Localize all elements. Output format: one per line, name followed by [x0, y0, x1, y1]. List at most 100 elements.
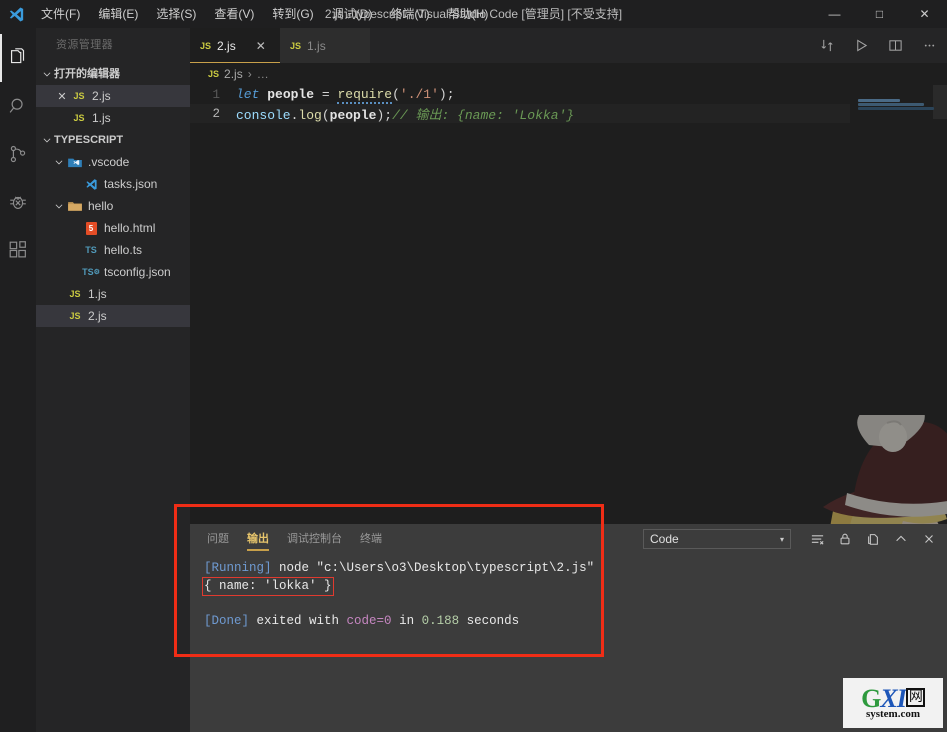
- panel-tab-problems[interactable]: 问题: [198, 524, 238, 554]
- output-channel-select[interactable]: Code ▾: [643, 529, 791, 549]
- identifier-people: people: [267, 87, 315, 102]
- menu-item-debug[interactable]: 调试(D): [323, 0, 382, 28]
- activity-debug-icon[interactable]: [0, 178, 36, 226]
- close-button[interactable]: ✕: [902, 0, 947, 28]
- open-editor-item-1js[interactable]: JS 1.js: [36, 107, 190, 129]
- menu-item-selection[interactable]: 选择(S): [147, 0, 205, 28]
- js-file-icon: JS: [208, 69, 220, 79]
- activity-search-icon[interactable]: [0, 82, 36, 130]
- code-text: console.log(people);// 输出: {name: 'Lokka…: [236, 104, 574, 123]
- chevron-down-icon: [40, 63, 54, 85]
- method-log: log: [298, 108, 322, 123]
- tree-item-tsconfig-json[interactable]: TS ⚙ tsconfig.json: [36, 261, 190, 283]
- lock-icon[interactable]: [833, 527, 857, 551]
- clear-output-icon[interactable]: [805, 527, 829, 551]
- minimap-scrollbar[interactable]: [933, 85, 947, 119]
- open-editors-header[interactable]: 打开的编辑器: [36, 63, 190, 85]
- panel-tab-debug-console[interactable]: 调试控制台: [278, 524, 351, 554]
- split-changes-icon[interactable]: [813, 32, 841, 60]
- tree-item-hello-folder[interactable]: hello: [36, 195, 190, 217]
- output-content[interactable]: [Running] node "c:\Users\o3\Desktop\type…: [190, 554, 947, 630]
- menu-item-help[interactable]: 帮助(H): [439, 0, 498, 28]
- project-folder-header[interactable]: TYPESCRIPT: [36, 129, 190, 151]
- editor-tabs: JS 2.js ✕ JS 1.js ✕: [190, 28, 947, 63]
- tab-2js[interactable]: JS 2.js ✕: [190, 28, 280, 63]
- tab-label: 2.js: [217, 38, 236, 53]
- open-editor-item-2js[interactable]: ✕ JS 2.js: [36, 85, 190, 107]
- close-icon[interactable]: ✕: [256, 39, 266, 53]
- close-panel-icon[interactable]: [917, 527, 941, 551]
- tree-item-1js[interactable]: JS 1.js: [36, 283, 190, 305]
- done-middle: exited with: [249, 614, 347, 628]
- chevron-down-icon: ▾: [779, 534, 784, 544]
- code-text: let people = require('./1');: [236, 87, 455, 104]
- tree-item-hello-ts[interactable]: TS hello.ts: [36, 239, 190, 261]
- chevron-down-icon: [52, 151, 66, 173]
- more-actions-icon[interactable]: [915, 32, 943, 60]
- breadcrumb-file[interactable]: 2.js: [224, 67, 243, 81]
- vscode-file-icon: [82, 178, 100, 191]
- breadcrumb-more[interactable]: …: [257, 67, 269, 81]
- argument-people: people: [329, 108, 377, 123]
- chevron-down-icon: [52, 195, 66, 217]
- line-number: 1: [212, 87, 220, 102]
- exit-code: code=0: [346, 614, 392, 628]
- sidebar-title: 资源管理器: [56, 39, 113, 51]
- object-console: console: [236, 108, 291, 123]
- output-line-running: [Running] node "c:\Users\o3\Desktop\type…: [204, 560, 947, 577]
- tsconfig-file-icon: TS ⚙: [82, 267, 100, 277]
- running-tag: [Running]: [204, 561, 272, 575]
- tree-item-label: hello: [88, 199, 114, 213]
- semicolon: ;: [384, 108, 393, 123]
- tree-item-tasks-json[interactable]: tasks.json: [36, 173, 190, 195]
- run-icon[interactable]: [847, 32, 875, 60]
- activity-extensions-icon[interactable]: [0, 226, 36, 274]
- function-require: require: [337, 87, 393, 104]
- panel-tab-terminal[interactable]: 终端: [351, 524, 391, 554]
- close-icon[interactable]: ✕: [54, 90, 70, 103]
- minimize-button[interactable]: —: [812, 0, 857, 28]
- folder-icon: [66, 200, 84, 212]
- panel-tab-output[interactable]: 输出: [238, 524, 278, 554]
- chevron-down-icon: [40, 129, 54, 151]
- tab-1js[interactable]: JS 1.js ✕: [280, 28, 370, 63]
- split-editor-icon[interactable]: [881, 32, 909, 60]
- line-number: 2: [212, 106, 220, 121]
- menu-item-view[interactable]: 查看(V): [205, 0, 263, 28]
- breadcrumb[interactable]: JS 2.js › …: [190, 63, 947, 85]
- tree-item-vscode-folder[interactable]: .vscode: [36, 151, 190, 173]
- open-editor-label: 1.js: [92, 111, 111, 125]
- ts-file-icon: TS: [85, 245, 97, 255]
- code-line-1: 1 let people = require('./1');: [190, 85, 947, 104]
- activity-bar: [0, 28, 36, 732]
- menu-item-terminal[interactable]: 终端(T): [381, 0, 438, 28]
- output-line-result: { name: 'lokka' }: [202, 577, 947, 596]
- maximize-button[interactable]: □: [857, 0, 902, 28]
- js-file-icon: JS: [73, 91, 85, 101]
- output-panel: 问题 输出 调试控制台 终端 Code ▾ [Running] node "c:…: [190, 524, 947, 732]
- keyword-let: let: [236, 87, 260, 102]
- js-file-icon: JS: [290, 40, 302, 51]
- panel-action-bar: Code ▾: [643, 524, 941, 554]
- menu-item-goto[interactable]: 转到(G): [263, 0, 322, 28]
- operator-equals: =: [321, 87, 330, 102]
- activity-source-control-icon[interactable]: [0, 130, 36, 178]
- output-line-done: [Done] exited with code=0 in 0.188 secon…: [204, 613, 947, 630]
- menu-item-edit[interactable]: 编辑(E): [89, 0, 147, 28]
- open-in-editor-icon[interactable]: [861, 527, 885, 551]
- tree-item-hello-html[interactable]: 5 hello.html: [36, 217, 190, 239]
- title-bar: 文件(F) 编辑(E) 选择(S) 查看(V) 转到(G) 调试(D) 终端(T…: [0, 0, 947, 28]
- vscode-logo-icon: [0, 0, 32, 28]
- breadcrumb-separator: ›: [247, 67, 252, 81]
- semicolon: ;: [446, 87, 455, 102]
- js-file-icon: JS: [73, 113, 85, 123]
- seconds-unit: seconds: [459, 614, 520, 628]
- editor-action-bar: [813, 28, 943, 63]
- paren-open: (: [392, 87, 400, 102]
- menu-item-file[interactable]: 文件(F): [32, 0, 89, 28]
- output-blank-line: [204, 596, 947, 613]
- collapse-panel-icon[interactable]: [889, 527, 913, 551]
- tree-item-2js[interactable]: JS 2.js: [36, 305, 190, 327]
- tab-label: 1.js: [307, 38, 326, 53]
- activity-explorer-icon[interactable]: [0, 34, 36, 82]
